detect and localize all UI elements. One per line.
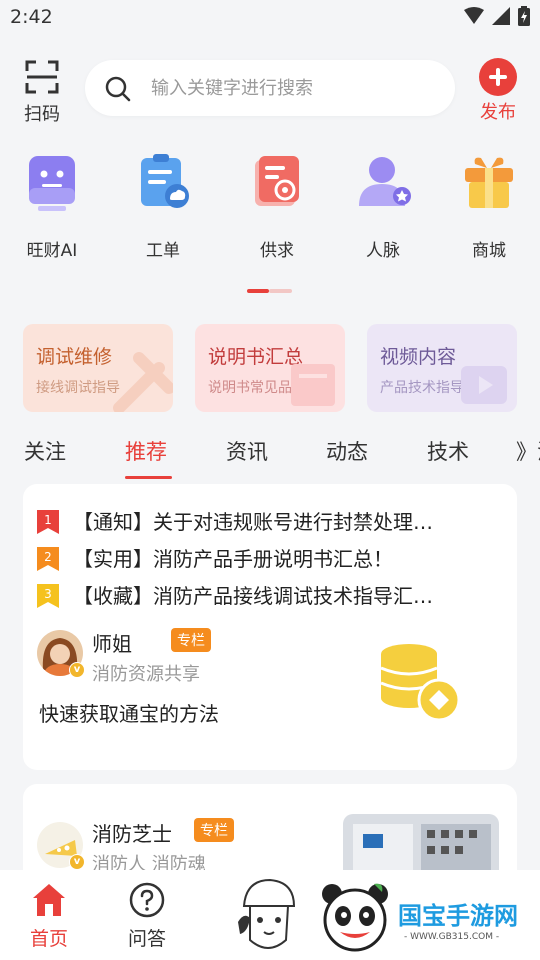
- tab-dynamics[interactable]: 动态: [326, 436, 368, 466]
- signal-icon: [492, 7, 510, 25]
- quick-action-label: 旺财AI: [26, 241, 78, 261]
- category-card-manuals[interactable]: 说明书汇总 说明书常见品牌: [195, 324, 345, 412]
- feed-card[interactable]: 1 【通知】关于对违规账号进行封禁处理… 2 【实用】消防产品手册说明书汇总！ …: [23, 484, 517, 770]
- notice-item[interactable]: 1 【通知】关于对违规账号进行封禁处理…: [37, 506, 507, 536]
- scan-button[interactable]: 扫码: [22, 60, 62, 126]
- rank-badge-number: 3: [44, 587, 52, 601]
- nav-home[interactable]: 首页: [19, 882, 79, 951]
- column-badge: 专栏: [194, 818, 234, 842]
- category-card-videos[interactable]: 视频内容 产品技术指导: [367, 324, 517, 412]
- page-indicator: [247, 289, 292, 293]
- publish-button[interactable]: 发布: [476, 58, 520, 124]
- panda-logo-icon: [322, 883, 388, 952]
- work-order-icon: [133, 150, 193, 214]
- tab-more[interactable]: 》法: [516, 436, 540, 466]
- quick-action-mall[interactable]: 商城: [439, 150, 539, 261]
- tab-recommend[interactable]: 推荐: [125, 436, 167, 466]
- nav-label: 问答: [127, 928, 166, 950]
- watermark: 国宝手游网 - WWW.GB315.COM -: [300, 870, 540, 960]
- home-icon: [33, 884, 65, 916]
- play-decor-icon: [461, 366, 507, 404]
- coin-stack-icon: [380, 644, 461, 722]
- post-title[interactable]: 快速获取通宝的方法: [39, 698, 219, 727]
- tab-news[interactable]: 资讯: [226, 436, 268, 466]
- verified-icon: v: [69, 854, 85, 870]
- question-icon: [129, 882, 165, 918]
- quick-action-supply-demand[interactable]: 供求: [227, 150, 327, 261]
- quick-action-label: 商城: [472, 241, 506, 261]
- feed-tabs: 关注 推荐 资讯 动态 技术 》法: [0, 430, 540, 480]
- notice-item[interactable]: 2 【实用】消防产品手册说明书汇总！: [37, 543, 507, 573]
- quick-action-contacts[interactable]: 人脉: [333, 150, 433, 261]
- nav-qa[interactable]: 问答: [117, 882, 177, 951]
- rank-badge-icon: 2: [37, 547, 59, 571]
- quick-action-label: 工单: [146, 241, 180, 261]
- rank-badge-icon: 3: [37, 584, 59, 608]
- battery-icon: [518, 6, 530, 26]
- plus-icon: [479, 58, 517, 96]
- supply-demand-icon: [247, 150, 307, 214]
- scan-icon: [25, 60, 59, 94]
- column-badge: 专栏: [171, 628, 211, 652]
- gift-icon: [459, 150, 519, 214]
- robot-icon: [22, 150, 82, 214]
- status-time: 2:42: [10, 6, 53, 28]
- quick-action-label: 供求: [260, 241, 294, 261]
- rank-badge-number: 2: [44, 550, 52, 564]
- author-name[interactable]: 师姐: [92, 628, 132, 657]
- status-icons: [464, 6, 530, 26]
- page-indicator-rest: [269, 289, 292, 293]
- book-decor-icon: [291, 364, 335, 406]
- page-indicator-active: [247, 289, 269, 293]
- publish-label: 发布: [480, 102, 516, 123]
- watermark-url: - WWW.GB315.COM -: [404, 932, 500, 942]
- quick-actions: 旺财AI 工单 供求 人脉 商城: [0, 150, 540, 270]
- verified-icon: v: [69, 662, 85, 678]
- wifi-icon: [464, 7, 484, 24]
- search-icon: [105, 76, 131, 102]
- category-card-debug-repair[interactable]: 调试维修 接线调试指导: [23, 324, 173, 412]
- quick-action-wangcai-ai[interactable]: 旺财AI: [2, 150, 102, 261]
- rank-badge-icon: 1: [37, 510, 59, 534]
- search-input[interactable]: [151, 60, 441, 116]
- tab-follow[interactable]: 关注: [24, 436, 66, 466]
- rank-badge-number: 1: [44, 513, 52, 527]
- watermark-title: 国宝手游网: [398, 902, 518, 930]
- search-box[interactable]: [85, 60, 455, 116]
- active-tab-underline: [125, 476, 172, 479]
- author-name[interactable]: 消防芝士: [92, 818, 172, 847]
- bottom-nav: 首页 问答 国宝手游网 - WWW.GB315.COM -: [0, 870, 540, 960]
- author-subtitle: 消防资源共享: [92, 664, 200, 685]
- notice-text: 【收藏】消防产品接线调试技术指导汇…: [73, 584, 433, 608]
- notice-text: 【实用】消防产品手册说明书汇总！: [73, 547, 393, 571]
- top-bar: 扫码 发布: [0, 56, 540, 126]
- wrench-decor-icon: [113, 352, 173, 412]
- scan-label: 扫码: [24, 104, 60, 125]
- mascot-firefighter-icon[interactable]: [236, 876, 300, 960]
- nav-label: 首页: [29, 928, 68, 950]
- quick-action-work-order[interactable]: 工单: [113, 150, 213, 261]
- contacts-icon: [353, 150, 413, 214]
- author-row[interactable]: v 师姐 专栏 消防资源共享: [37, 626, 337, 686]
- tab-tech[interactable]: 技术: [427, 436, 469, 466]
- status-bar: 2:42: [0, 0, 540, 36]
- quick-action-label: 人脉: [366, 241, 400, 261]
- notice-item[interactable]: 3 【收藏】消防产品接线调试技术指导汇…: [37, 580, 507, 610]
- notice-text: 【通知】关于对违规账号进行封禁处理…: [73, 510, 433, 534]
